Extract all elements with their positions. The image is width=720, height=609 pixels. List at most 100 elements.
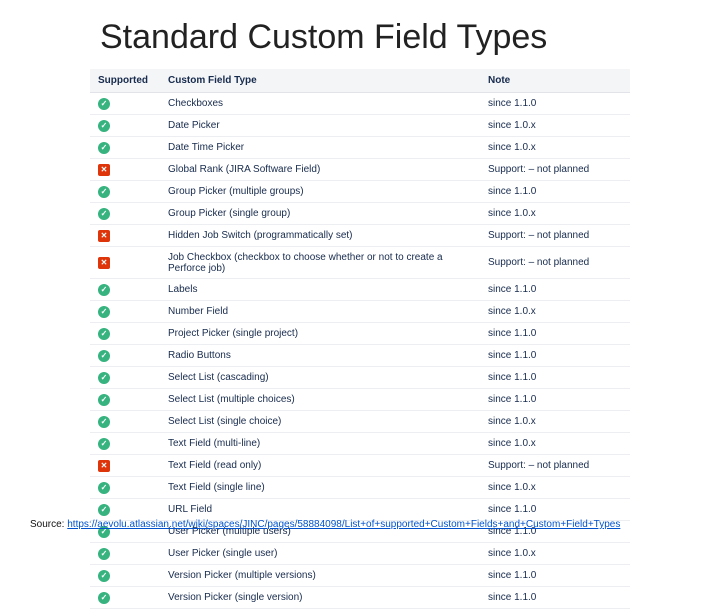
type-cell: Version Picker (single version) [160, 587, 480, 609]
type-cell: Select List (multiple choices) [160, 389, 480, 411]
supported-cell: ✓ [90, 433, 160, 455]
cross-icon: ✕ [98, 164, 110, 176]
type-cell: Group Picker (multiple groups) [160, 181, 480, 203]
table-row: ✓Text Field (single line)since 1.0.x [90, 477, 630, 499]
table-row: ✓ Select List (cascading)since 1.1.0 [90, 367, 630, 389]
note-cell: since 1.0.x [480, 433, 630, 455]
table-row: ✕Job Checkbox (checkbox to choose whethe… [90, 247, 630, 279]
note-cell: since 1.1.0 [480, 279, 630, 301]
table-row: ✓ URL Fieldsince 1.1.0 [90, 499, 630, 521]
check-icon: ✓ [98, 592, 110, 604]
col-supported-header: Supported [90, 69, 160, 93]
check-icon: ✓ [98, 120, 110, 132]
supported-cell: ✕ [90, 455, 160, 477]
table-row: ✕ Hidden Job Switch (programmatically set… [90, 225, 630, 247]
type-cell: Global Rank (JIRA Software Field) [160, 159, 480, 181]
type-cell: Text Field (read only) [160, 455, 480, 477]
col-type-header: Custom Field Type [160, 69, 480, 93]
type-cell: Text Field (multi-line) [160, 433, 480, 455]
type-cell: Select List (cascading) [160, 367, 480, 389]
type-cell: Number Field [160, 301, 480, 323]
check-icon: ✓ [98, 394, 110, 406]
table-row: ✓Select List (single choice)since 1.0.x [90, 411, 630, 433]
check-icon: ✓ [98, 208, 110, 220]
table-row: ✓ Version Picker (multiple versions)since… [90, 565, 630, 587]
type-cell: Radio Buttons [160, 345, 480, 367]
supported-cell: ✕ [90, 247, 160, 279]
table-row: ✓ Number Fieldsince 1.0.x [90, 301, 630, 323]
supported-cell: ✓ [90, 203, 160, 225]
supported-cell: ✓ [90, 181, 160, 203]
table-row: ✓ Select List (multiple choices)since 1.1… [90, 389, 630, 411]
source-link[interactable]: https://aevolu.atlassian.net/wiki/spaces… [67, 519, 620, 530]
check-icon: ✓ [98, 482, 110, 494]
cross-icon: ✕ [98, 230, 110, 242]
supported-cell: ✓ [90, 367, 160, 389]
type-cell: URL Field [160, 499, 480, 521]
check-icon: ✓ [98, 186, 110, 198]
note-cell: Support: – not planned [480, 247, 630, 279]
cross-icon: ✕ [98, 460, 110, 472]
type-cell: Date Time Picker [160, 137, 480, 159]
table-row: ✓Version Picker (single version)since 1.… [90, 587, 630, 609]
table-row: ✓ Group Picker (single group)since 1.0.x [90, 203, 630, 225]
type-cell: Version Picker (multiple versions) [160, 565, 480, 587]
note-cell: Support: – not planned [480, 159, 630, 181]
col-note-header: Note [480, 69, 630, 93]
check-icon: ✓ [98, 548, 110, 560]
note-cell: since 1.0.x [480, 301, 630, 323]
type-cell: Hidden Job Switch (programmatically set) [160, 225, 480, 247]
supported-cell: ✓ [90, 301, 160, 323]
supported-cell: ✓ [90, 137, 160, 159]
type-cell: Labels [160, 279, 480, 301]
type-cell: Job Checkbox (checkbox to choose whether… [160, 247, 480, 279]
note-cell: Support: – not planned [480, 455, 630, 477]
check-icon: ✓ [98, 98, 110, 110]
type-cell: Group Picker (single group) [160, 203, 480, 225]
check-icon: ✓ [98, 504, 110, 516]
check-icon: ✓ [98, 570, 110, 582]
check-icon: ✓ [98, 284, 110, 296]
check-icon: ✓ [98, 372, 110, 384]
table-row: ✓ Radio Buttonssince 1.1.0 [90, 345, 630, 367]
supported-cell: ✓ [90, 323, 160, 345]
table-row: ✓ Date Time Pickersince 1.0.x [90, 137, 630, 159]
note-cell: since 1.1.0 [480, 389, 630, 411]
check-icon: ✓ [98, 416, 110, 428]
table-header-row: Supported Custom Field Type Note [90, 69, 630, 93]
page-title: Standard Custom Field Types [100, 18, 690, 57]
note-cell: since 1.1.0 [480, 345, 630, 367]
supported-cell: ✓ [90, 279, 160, 301]
note-cell: since 1.1.0 [480, 323, 630, 345]
note-cell: since 1.0.x [480, 137, 630, 159]
note-cell: Support: – not planned [480, 225, 630, 247]
type-cell: Checkboxes [160, 93, 480, 115]
check-icon: ✓ [98, 328, 110, 340]
source-line: Source: https://aevolu.atlassian.net/wik… [30, 519, 690, 530]
table-row: ✓ Project Picker (single project)since 1.… [90, 323, 630, 345]
table-row: ✓Date Pickersince 1.0.x [90, 115, 630, 137]
note-cell: since 1.1.0 [480, 93, 630, 115]
source-label: Source: [30, 519, 67, 530]
supported-cell: ✕ [90, 225, 160, 247]
table-row: ✕ Global Rank (JIRA Software Field)Suppor… [90, 159, 630, 181]
supported-cell: ✓ [90, 93, 160, 115]
note-cell: since 1.0.x [480, 411, 630, 433]
table-row: ✓ User Picker (single user)since 1.0.x [90, 543, 630, 565]
check-icon: ✓ [98, 306, 110, 318]
note-cell: since 1.1.0 [480, 499, 630, 521]
note-cell: since 1.1.0 [480, 565, 630, 587]
type-cell: Date Picker [160, 115, 480, 137]
check-icon: ✓ [98, 350, 110, 362]
supported-cell: ✓ [90, 411, 160, 433]
type-cell: User Picker (single user) [160, 543, 480, 565]
supported-cell: ✓ [90, 499, 160, 521]
supported-cell: ✓ [90, 565, 160, 587]
type-cell: Project Picker (single project) [160, 323, 480, 345]
supported-cell: ✓ [90, 477, 160, 499]
note-cell: since 1.1.0 [480, 367, 630, 389]
check-icon: ✓ [98, 142, 110, 154]
note-cell: since 1.0.x [480, 203, 630, 225]
note-cell: since 1.0.x [480, 543, 630, 565]
supported-cell: ✓ [90, 389, 160, 411]
